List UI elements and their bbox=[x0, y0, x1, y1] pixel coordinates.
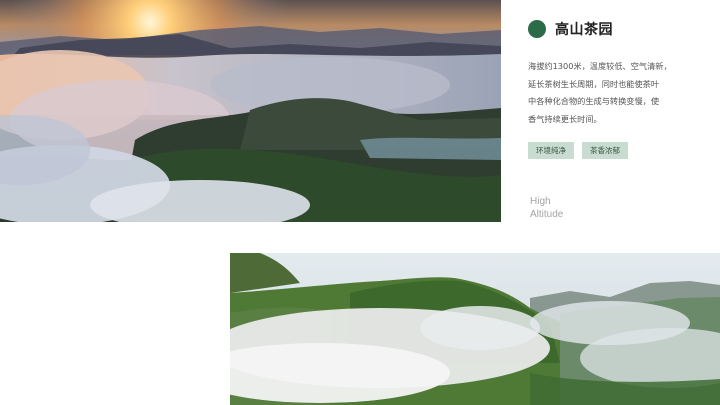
caption-line: High bbox=[530, 196, 551, 207]
description-line: 香气持续更长时间。 bbox=[528, 113, 602, 124]
description-line: 延长茶树生长周期，同时也能使茶叶 bbox=[528, 78, 660, 89]
sunrise-cloud-photo bbox=[0, 0, 501, 222]
english-caption: High Altitude bbox=[530, 195, 563, 221]
tag-aroma: 茶香浓郁 bbox=[582, 142, 628, 159]
title-row: 高山茶园 bbox=[528, 18, 708, 40]
green-dot-icon bbox=[528, 20, 546, 38]
panel-description: 海拔约1300米，温度较低、空气清新， 延长茶树生长周期，同时也能使茶叶 中各种… bbox=[528, 58, 688, 128]
green-mountain-photo bbox=[230, 253, 720, 405]
panel-title: 高山茶园 bbox=[555, 22, 613, 38]
description-line: 中各种化合物的生成与转换变慢，使 bbox=[528, 96, 660, 106]
tag-list: 环境纯净 茶香浓郁 bbox=[528, 142, 708, 159]
tag-environment: 环境纯净 bbox=[528, 142, 574, 159]
caption-line: Altitude bbox=[530, 209, 564, 220]
tea-garden-info-panel: 高山茶园 海拔约1300米，温度较低、空气清新， 延长茶树生长周期，同时也能使茶… bbox=[528, 18, 708, 159]
description-line: 海拔约1300米，温度较低、空气清新， bbox=[528, 61, 672, 71]
